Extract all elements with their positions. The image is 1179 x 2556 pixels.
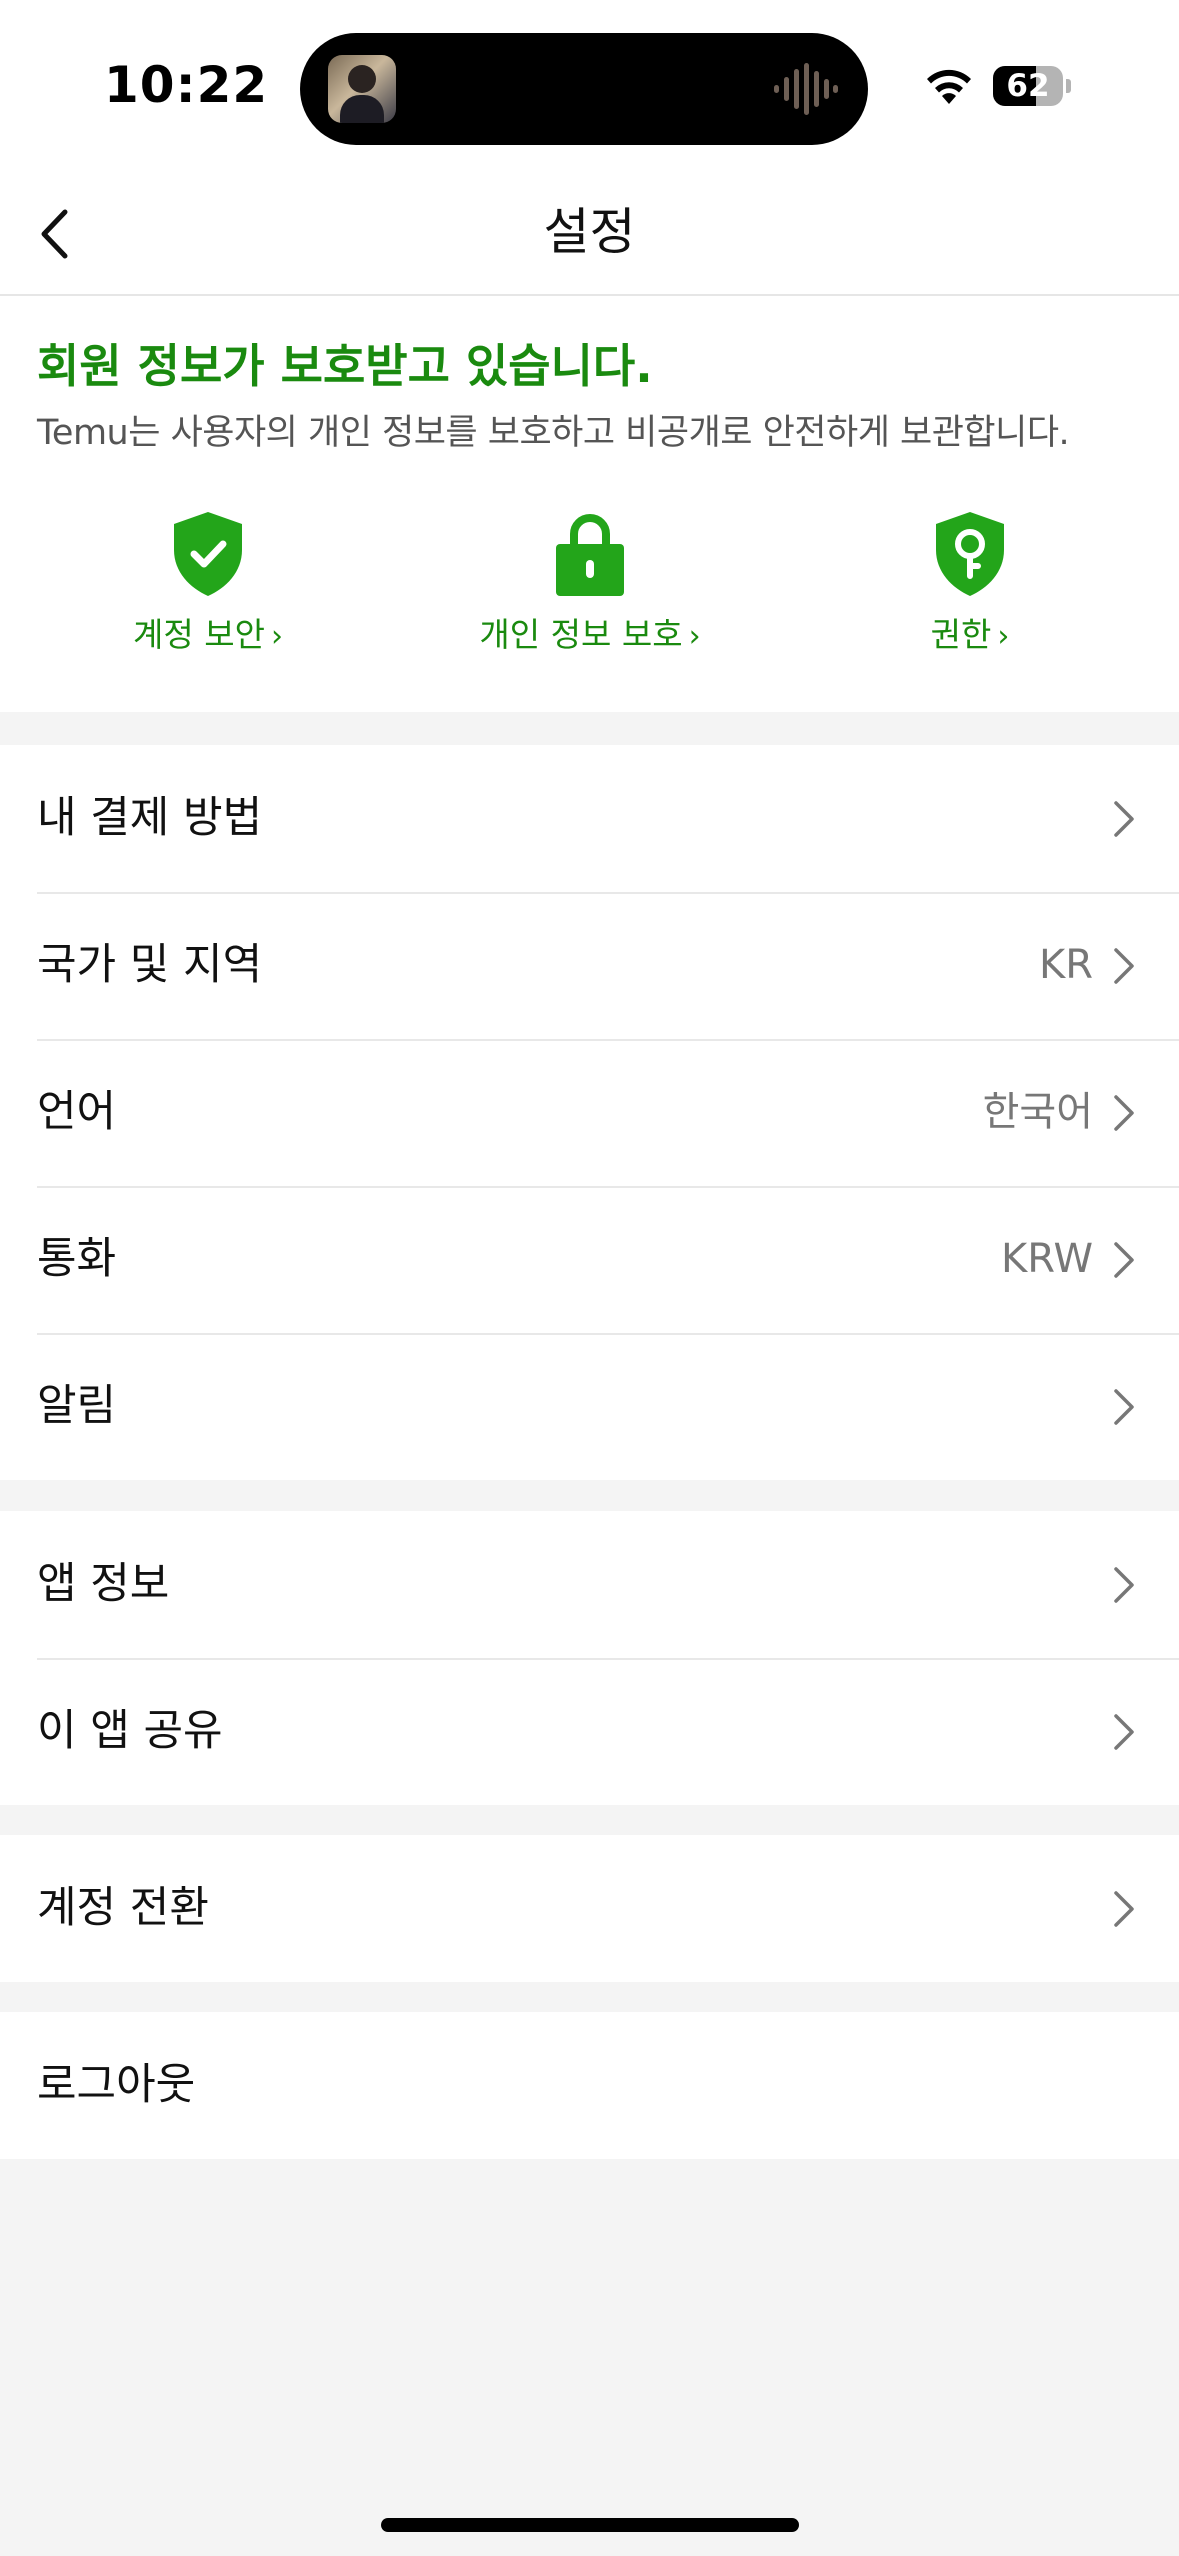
protection-description: Temu는 사용자의 개인 정보를 보호하고 비공개로 안전하게 보관합니다. [37,413,1070,453]
permissions-link[interactable]: 권한 › [800,508,1140,658]
chevron-right-icon [1114,801,1134,837]
settings-row-payment-methods[interactable]: 내 결제 방법 [0,745,1179,892]
nav-bar: 설정 [0,170,1179,296]
wifi-icon [927,69,971,104]
chevron-right-icon: › [270,619,283,654]
settings-group-account: 계정 전환 [0,1835,1179,1982]
protection-title: 회원 정보가 보호받고 있습니다. [37,339,653,393]
lock-icon [556,514,624,596]
privacy-protection-link[interactable]: 개인 정보 보호 › [420,508,760,658]
settings-group-general: 내 결제 방법 국가 및 지역 KR 언어 한국어 통화 KRW 알림 [0,745,1179,1480]
feature-label: 계정 보안 › [133,615,283,654]
settings-row-app-info[interactable]: 앱 정보 [0,1511,1179,1658]
row-value: KRW [1001,1236,1093,1282]
settings-row-currency[interactable]: 통화 KRW [0,1186,1179,1333]
row-value: KR [1038,942,1093,988]
settings-group-app: 앱 정보 이 앱 공유 [0,1511,1179,1805]
chevron-right-icon [1114,1891,1134,1927]
settings-row-switch-account[interactable]: 계정 전환 [0,1835,1179,1982]
chevron-right-icon [1114,1095,1134,1131]
account-security-link[interactable]: 계정 보안 › [38,508,378,658]
row-label: 계정 전환 [37,1883,209,1933]
row-value: 한국어 [982,1089,1093,1135]
dynamic-island[interactable] [300,33,868,145]
live-activity-avatar [328,55,396,123]
chevron-right-icon [1114,1242,1134,1278]
row-label: 내 결제 방법 [37,793,263,843]
settings-group-logout: 로그아웃 [0,2012,1179,2159]
shield-check-icon [174,512,242,596]
settings-row-share-app[interactable]: 이 앱 공유 [0,1658,1179,1805]
row-label: 이 앱 공유 [37,1706,223,1756]
back-button[interactable] [20,192,100,272]
privacy-protection-panel: 회원 정보가 보호받고 있습니다. Temu는 사용자의 개인 정보를 보호하고… [0,296,1179,712]
battery-percentage: 62 [1006,68,1050,104]
chevron-right-icon [1114,948,1134,984]
shield-key-icon [936,512,1004,596]
chevron-right-icon: › [997,619,1010,654]
row-label: 알림 [37,1381,117,1431]
feature-label: 권한 › [930,615,1010,654]
chevron-right-icon [1114,1567,1134,1603]
settings-row-notifications[interactable]: 알림 [0,1333,1179,1480]
status-time: 10:22 [104,56,269,114]
settings-row-language[interactable]: 언어 한국어 [0,1039,1179,1186]
status-bar: 10:22 62 [0,0,1179,170]
chevron-right-icon [1114,1714,1134,1750]
chevron-right-icon: › [688,619,701,654]
battery-icon: 62 [993,66,1063,106]
battery-cap [1066,79,1071,93]
logout-button[interactable]: 로그아웃 [0,2012,1179,2159]
row-label: 국가 및 지역 [37,940,263,990]
home-indicator[interactable] [381,2518,799,2532]
row-label: 앱 정보 [37,1559,170,1609]
audio-waveform-icon [774,63,838,115]
row-label: 언어 [37,1087,117,1137]
settings-row-country-region[interactable]: 국가 및 지역 KR [0,892,1179,1039]
page-title: 설정 [543,203,636,261]
row-label: 로그아웃 [37,2060,196,2110]
row-label: 통화 [37,1234,117,1284]
feature-label: 개인 정보 보호 › [479,615,701,654]
chevron-right-icon [1114,1389,1134,1425]
